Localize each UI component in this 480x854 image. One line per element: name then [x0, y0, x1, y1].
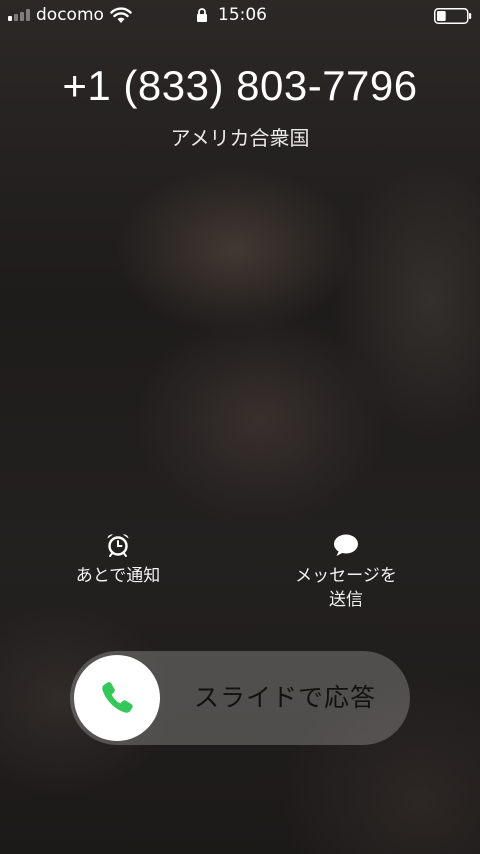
send-message-button[interactable]: メッセージを 送信 [266, 532, 426, 612]
status-bar: docomo 15:06 [0, 0, 480, 30]
status-time: 15:06 [218, 5, 267, 25]
lock-icon [197, 8, 207, 22]
wifi-icon [110, 7, 132, 23]
phone-icon [102, 682, 133, 713]
message-bubble-icon [334, 534, 358, 556]
slide-to-answer-track[interactable]: スライドで応答 [70, 651, 410, 745]
carrier-name: docomo [36, 5, 104, 25]
remind-me-button[interactable]: あとで通知 [38, 532, 198, 588]
send-message-label: メッセージを 送信 [295, 566, 397, 610]
remind-me-label: あとで通知 [75, 566, 161, 586]
slide-to-answer-label: スライドで応答 [193, 683, 376, 712]
caller-number: +1 (833) 803-7796 [62, 62, 418, 109]
signal-icon [8, 9, 34, 21]
answer-slider-knob[interactable] [74, 655, 160, 741]
caller-location: アメリカ合衆国 [170, 126, 310, 150]
battery-icon [434, 8, 472, 24]
alarm-clock-icon [107, 534, 129, 557]
